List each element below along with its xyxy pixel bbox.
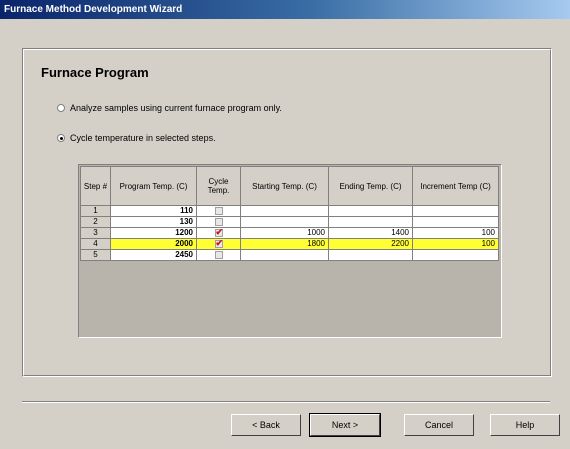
table-row[interactable]: 31200 10001400100 <box>80 227 499 239</box>
program-temp-cell[interactable]: 2450 <box>110 249 197 261</box>
cycle-temp-cell[interactable] <box>196 249 241 261</box>
table-row[interactable]: 5 2450 <box>80 249 499 261</box>
program-temp-cell[interactable]: 110 <box>110 205 197 217</box>
button-separator <box>22 401 550 403</box>
starting-temp-cell[interactable]: 1800 <box>240 238 329 250</box>
cycle-checkbox[interactable] <box>214 238 223 248</box>
column-header-cycle-temp[interactable]: Cycle Temp. <box>196 166 241 206</box>
step-cell[interactable]: 4 <box>80 238 111 250</box>
window-titlebar: Furnace Method Development Wizard <box>0 0 570 19</box>
radio-label: Cycle temperature in selected steps. <box>70 133 216 143</box>
starting-temp-cell[interactable] <box>240 249 329 261</box>
radio-cycle-temperature[interactable]: Cycle temperature in selected steps. <box>57 133 216 143</box>
table-row[interactable]: 2 130 <box>80 216 499 228</box>
cancel-button[interactable]: Cancel <box>404 414 474 436</box>
window-title: Furnace Method Development Wizard <box>4 4 183 15</box>
ending-temp-cell[interactable]: 2200 <box>328 238 413 250</box>
table-header-row: Step # Program Temp. (C) Cycle Temp. Sta… <box>80 166 499 206</box>
program-temp-cell[interactable]: 1200 <box>110 227 197 239</box>
starting-temp-cell[interactable] <box>240 216 329 228</box>
step-cell[interactable]: 5 <box>80 249 111 261</box>
column-header-starting-temp[interactable]: Starting Temp. (C) <box>240 166 329 206</box>
cycle-temp-cell[interactable] <box>196 227 241 239</box>
radio-analyze-current[interactable]: Analyze samples using current furnace pr… <box>57 103 282 113</box>
step-cell[interactable]: 1 <box>80 205 111 217</box>
increment-temp-cell[interactable] <box>412 216 499 228</box>
cycle-temp-cell[interactable] <box>196 205 241 217</box>
step-cell[interactable]: 3 <box>80 227 111 239</box>
program-temp-cell[interactable]: 130 <box>110 216 197 228</box>
furnace-program-grid: Step # Program Temp. (C) Cycle Temp. Sta… <box>78 164 502 338</box>
ending-temp-cell[interactable] <box>328 205 413 217</box>
radio-label: Analyze samples using current furnace pr… <box>70 103 282 113</box>
radio-button-icon[interactable] <box>57 134 65 142</box>
increment-temp-cell[interactable]: 100 <box>412 227 499 239</box>
cycle-checkbox[interactable] <box>214 206 223 215</box>
increment-temp-cell[interactable]: 100 <box>412 238 499 250</box>
cycle-checkbox[interactable] <box>214 227 223 237</box>
starting-temp-cell[interactable] <box>240 205 329 217</box>
program-table: Step # Program Temp. (C) Cycle Temp. Sta… <box>80 166 499 261</box>
starting-temp-cell[interactable]: 1000 <box>240 227 329 239</box>
column-header-increment-temp[interactable]: Increment Temp (C) <box>412 166 499 206</box>
radio-button-icon[interactable] <box>57 104 65 112</box>
ending-temp-cell[interactable]: 1400 <box>328 227 413 239</box>
cycle-temp-cell[interactable] <box>196 216 241 228</box>
help-button[interactable]: Help <box>490 414 560 436</box>
back-button[interactable]: < Back <box>231 414 301 436</box>
column-header-ending-temp[interactable]: Ending Temp. (C) <box>328 166 413 206</box>
page-title: Furnace Program <box>41 65 149 80</box>
program-temp-cell[interactable]: 2000 <box>110 238 197 250</box>
increment-temp-cell[interactable] <box>412 249 499 261</box>
ending-temp-cell[interactable] <box>328 249 413 261</box>
cycle-checkbox[interactable] <box>214 217 223 226</box>
step-cell[interactable]: 2 <box>80 216 111 228</box>
column-header-step[interactable]: Step # <box>80 166 111 206</box>
next-button[interactable]: Next > <box>309 413 381 437</box>
table-row[interactable]: 42000 18002200100 <box>80 238 499 250</box>
column-header-program-temp[interactable]: Program Temp. (C) <box>110 166 197 206</box>
increment-temp-cell[interactable] <box>412 205 499 217</box>
cycle-temp-cell[interactable] <box>196 238 241 250</box>
ending-temp-cell[interactable] <box>328 216 413 228</box>
table-row[interactable]: 1 110 <box>80 205 499 217</box>
cycle-checkbox[interactable] <box>214 250 223 259</box>
